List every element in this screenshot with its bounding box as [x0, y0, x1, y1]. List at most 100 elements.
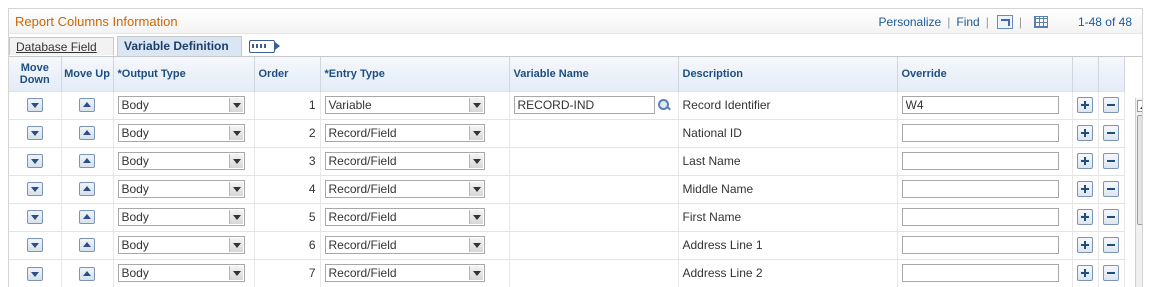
personalize-link[interactable]: Personalize	[879, 15, 942, 29]
plus-icon[interactable]	[1077, 97, 1093, 113]
arrow-up-icon[interactable]	[79, 98, 95, 113]
output-type-select[interactable]: Body	[117, 96, 245, 114]
output-type-select[interactable]: Body	[117, 236, 245, 254]
chevron-down-icon[interactable]	[468, 238, 483, 252]
output-type-cell: Body	[113, 146, 255, 175]
output-type-select[interactable]: Body	[117, 264, 245, 283]
override-input[interactable]	[901, 124, 1059, 142]
description-cell: Address Line 2	[678, 258, 898, 287]
override-input[interactable]	[901, 236, 1059, 254]
arrow-down-icon[interactable]	[26, 182, 43, 197]
output-type-cell: Body	[113, 230, 255, 259]
description-cell: Last Name	[678, 146, 898, 175]
entry-type-select[interactable]: Record/Field	[324, 180, 485, 198]
chevron-down-icon[interactable]	[468, 98, 483, 112]
chevron-down-icon[interactable]	[468, 210, 483, 224]
column-header-order[interactable]: Order	[254, 57, 321, 91]
chevron-down-icon[interactable]	[468, 182, 483, 196]
add-cell	[1072, 174, 1099, 203]
entry-type-select[interactable]: Record/Field	[324, 236, 485, 254]
column-header-output-type[interactable]: *Output Type	[113, 57, 255, 91]
search-icon[interactable]	[657, 98, 671, 112]
new-window-icon[interactable]	[996, 15, 1013, 29]
output-type-value: Body	[121, 182, 149, 196]
entry-type-select[interactable]: Record/Field	[324, 264, 485, 283]
scrollbar-thumb[interactable]	[1137, 115, 1142, 225]
arrow-up-icon[interactable]	[79, 154, 95, 169]
plus-icon[interactable]	[1077, 209, 1093, 225]
arrow-down-icon[interactable]	[26, 210, 43, 225]
arrow-up-icon[interactable]	[79, 266, 95, 281]
arrow-up-icon[interactable]	[79, 126, 95, 141]
tab-variable-definition[interactable]: Variable Definition	[117, 36, 242, 56]
tab-database-field[interactable]: Database Field	[9, 37, 114, 55]
override-input[interactable]	[901, 152, 1059, 170]
plus-icon[interactable]	[1077, 265, 1093, 282]
column-header-override[interactable]: Override	[897, 57, 1073, 91]
arrow-up-icon[interactable]	[79, 238, 95, 253]
show-all-columns-icon[interactable]	[249, 40, 280, 53]
output-type-select[interactable]: Body	[117, 124, 245, 142]
override-input[interactable]	[901, 96, 1059, 114]
arrow-up-icon[interactable]	[79, 210, 95, 225]
minus-icon[interactable]	[1103, 209, 1119, 225]
chevron-down-icon[interactable]	[228, 238, 243, 252]
arrow-down-icon[interactable]	[26, 126, 43, 141]
delete-cell	[1098, 230, 1125, 259]
chevron-down-icon[interactable]	[228, 126, 243, 140]
column-header-description[interactable]: Description	[678, 57, 898, 91]
delete-cell	[1098, 118, 1125, 147]
plus-icon[interactable]	[1077, 181, 1093, 197]
output-type-select[interactable]: Body	[117, 180, 245, 198]
override-input[interactable]	[901, 208, 1059, 226]
move-up-cell	[61, 202, 114, 231]
arrow-up-icon[interactable]	[79, 182, 95, 197]
chevron-down-icon[interactable]	[468, 266, 483, 281]
chevron-down-icon[interactable]	[468, 126, 483, 140]
row-count: 1-48 of 48	[1077, 15, 1132, 29]
column-header-variable-name[interactable]: Variable Name	[509, 57, 679, 91]
arrow-down-icon[interactable]	[26, 98, 43, 113]
plus-icon[interactable]	[1077, 153, 1093, 169]
minus-icon[interactable]	[1103, 125, 1119, 141]
plus-icon[interactable]	[1077, 125, 1093, 141]
chevron-down-icon[interactable]	[468, 154, 483, 168]
minus-icon[interactable]	[1103, 97, 1119, 113]
entry-type-value: Variable	[328, 98, 372, 112]
chevron-down-icon[interactable]	[228, 98, 243, 112]
entry-type-select[interactable]: Variable	[324, 96, 485, 114]
chevron-down-icon[interactable]	[228, 210, 243, 224]
entry-type-cell: Record/Field	[320, 174, 510, 203]
minus-icon[interactable]	[1103, 265, 1119, 282]
grid-icon[interactable]	[1033, 16, 1048, 28]
tab-label: Database Field	[16, 40, 97, 54]
plus-icon[interactable]	[1077, 237, 1093, 253]
add-cell	[1072, 230, 1099, 259]
override-cell	[897, 202, 1073, 231]
chevron-down-icon[interactable]	[228, 266, 243, 281]
output-type-select[interactable]: Body	[117, 208, 245, 226]
entry-type-select[interactable]: Record/Field	[324, 124, 485, 142]
entry-type-select[interactable]: Record/Field	[324, 152, 485, 170]
find-link[interactable]: Find	[956, 15, 979, 29]
override-input[interactable]	[901, 264, 1059, 283]
override-input[interactable]	[901, 180, 1059, 198]
minus-icon[interactable]	[1103, 181, 1119, 197]
chevron-down-icon[interactable]	[228, 154, 243, 168]
override-cell	[897, 146, 1073, 175]
output-type-select[interactable]: Body	[117, 152, 245, 170]
column-header-delete	[1098, 57, 1125, 91]
minus-icon[interactable]	[1103, 237, 1119, 253]
entry-type-select[interactable]: Record/Field	[324, 208, 485, 226]
vertical-scrollbar[interactable]	[1135, 98, 1142, 287]
arrow-down-icon[interactable]	[26, 154, 43, 169]
chevron-down-icon[interactable]	[228, 182, 243, 196]
variable-name-input[interactable]	[513, 96, 655, 114]
move-up-cell	[61, 90, 114, 119]
arrow-down-icon[interactable]	[26, 266, 43, 281]
column-header-entry-type[interactable]: *Entry Type	[320, 57, 510, 91]
minus-icon[interactable]	[1103, 153, 1119, 169]
arrow-down-icon[interactable]	[26, 238, 43, 253]
delete-cell	[1098, 202, 1125, 231]
scroll-up-icon[interactable]	[1137, 100, 1142, 112]
